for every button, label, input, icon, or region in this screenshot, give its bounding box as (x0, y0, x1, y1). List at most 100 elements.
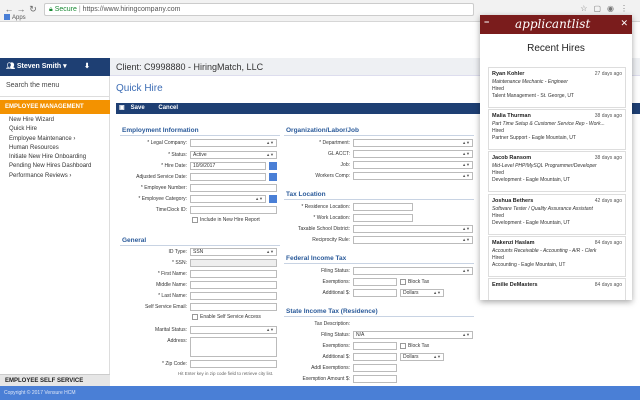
fed-dollars-select[interactable]: Dollars ▲▼ (400, 289, 444, 297)
state-additional-input[interactable] (353, 353, 397, 361)
cancel-button[interactable]: Cancel (158, 105, 178, 111)
fed-block-tax-checkbox[interactable] (400, 279, 406, 285)
id-type-row: ID Type: (120, 248, 187, 256)
enable-ss-checkbox[interactable] (192, 314, 198, 320)
fed-filing-select[interactable]: ▲▼ (353, 267, 473, 275)
back-icon[interactable]: ← (4, 4, 14, 14)
sidebar-item-performance-reviews[interactable]: Performance Reviews › (9, 172, 109, 181)
sidebar-item-onboarding[interactable]: Initiate New Hire Onboarding (9, 153, 109, 162)
middle-name-label: Middle Name: (156, 282, 187, 288)
menu-section-employee-management[interactable]: EMPLOYEE MANAGEMENT (0, 100, 110, 114)
calendar-icon[interactable] (269, 173, 277, 181)
list-item[interactable]: Malia Thurman 38 days ago Part Time Setu… (488, 109, 626, 151)
zip-input[interactable] (190, 360, 277, 368)
employee-number-row: * Employee Number: (120, 184, 187, 192)
apps-bookmark[interactable]: Apps (12, 15, 26, 21)
legal-company-select[interactable]: ▲▼ (190, 139, 277, 147)
status-select[interactable]: Active ▲▼ (190, 151, 277, 159)
ss-email-row: Self Service Email: (120, 303, 187, 311)
adjusted-service-input[interactable] (190, 173, 266, 181)
sidebar-item-new-hire-wizard[interactable]: New Hire Wizard (9, 116, 109, 125)
section-divider (120, 245, 280, 246)
work-location-input[interactable] (353, 214, 413, 222)
state-exemptions-input[interactable] (353, 342, 397, 350)
user-menu[interactable]: 👥︎ Steven Smith ▾ ⬇ (0, 58, 110, 76)
middle-name-input[interactable] (190, 281, 277, 289)
sidebar-item-human-resources[interactable]: Human Resources (9, 144, 109, 153)
list-item[interactable]: Joshua Bethers 42 days ago Software Test… (488, 193, 626, 235)
forward-icon[interactable]: → (16, 4, 26, 14)
hire-date-input[interactable]: 10/9/2017 (190, 162, 266, 170)
state-dollars-value: Dollars (403, 354, 419, 360)
extension-icons[interactable]: ☆▢◉⋮ (580, 4, 634, 13)
addl-exemptions-input[interactable] (353, 364, 397, 372)
employee-number-label: * Employee Number: (140, 185, 187, 191)
secure-label: Secure (54, 6, 77, 13)
ssn-input[interactable] (190, 259, 277, 267)
list-item[interactable]: Jacob Ransom 38 days ago Mid-Level PHP/M… (488, 151, 626, 193)
page-title: Quick Hire (116, 83, 163, 94)
timeclock-input[interactable] (190, 206, 277, 214)
fed-additional-label: Additional $: (322, 290, 350, 296)
address-textarea[interactable] (190, 337, 277, 357)
first-name-row: * First Name: (120, 270, 187, 278)
hire-status: Hired (492, 254, 504, 261)
employee-category-select[interactable]: ▲▼ (190, 195, 266, 203)
reciprocity-select[interactable]: ▲▼ (353, 236, 473, 244)
adjusted-service-label: Adjusted Service Date: (136, 174, 187, 180)
school-district-select[interactable]: ▲▼ (353, 225, 473, 233)
apps-icon[interactable] (4, 14, 10, 20)
state-block-tax-checkbox[interactable] (400, 343, 406, 349)
state-additional-label: Additional $: (322, 354, 350, 360)
department-label: * Department: (319, 140, 350, 146)
state-exemptions-row: Exemptions: (284, 342, 350, 350)
dropdown-arrow-icon: ▲▼ (462, 268, 470, 273)
state-filing-label: Filing Status: (321, 332, 350, 338)
state-tax-desc-row: Tax Description: (284, 320, 350, 328)
first-name-input[interactable] (190, 270, 277, 278)
employee-number-input[interactable] (190, 184, 277, 192)
last-name-input[interactable] (190, 292, 277, 300)
sidebar-item-pending-dashboard[interactable]: Pending New Hires Dashboard (9, 162, 109, 171)
sidebar-item-employee-maintenance[interactable]: Employee Maintenance › (9, 135, 109, 144)
calendar-icon[interactable] (269, 162, 277, 170)
search-menu-input[interactable]: Search the menu (6, 82, 59, 89)
sidebar-item-quick-hire[interactable]: Quick Hire (9, 125, 109, 134)
department-select[interactable]: ▲▼ (353, 139, 473, 147)
state-dollars-select[interactable]: Dollars ▲▼ (400, 353, 444, 361)
dropdown-arrow-icon: ▲▼ (462, 173, 470, 178)
menu-section-self-service[interactable]: EMPLOYEE SELF SERVICE (0, 374, 110, 386)
first-name-label: * First Name: (157, 271, 187, 277)
marital-status-select[interactable]: ▲▼ (190, 326, 277, 334)
school-district-label: Taxable School District: (298, 226, 350, 232)
lookup-icon[interactable] (269, 195, 277, 203)
exemption-amount-input[interactable] (353, 375, 397, 383)
include-report-checkbox[interactable] (192, 217, 198, 223)
list-item[interactable]: Makenzi Haslam 84 days ago Accounts Rece… (488, 235, 626, 277)
workers-comp-select[interactable]: ▲▼ (353, 172, 473, 180)
save-button[interactable]: ▣ Save (119, 105, 151, 111)
fed-additional-input[interactable] (353, 289, 397, 297)
fed-dollars-value: Dollars (403, 290, 419, 296)
reload-icon[interactable]: ↻ (28, 4, 38, 14)
list-item[interactable]: Emilie DeMasters 84 days ago (488, 277, 626, 300)
addl-exemptions-row: Addl Exemptions: (284, 364, 350, 372)
fed-exemptions-input[interactable] (353, 278, 397, 286)
hire-location: Accounting - Eagle Mountain, UT (492, 261, 566, 268)
job-select[interactable]: ▲▼ (353, 161, 473, 169)
state-filing-select[interactable]: N/A ▲▼ (353, 331, 473, 339)
timeclock-label: TimeClock ID: (155, 207, 187, 213)
gl-acct-select[interactable]: ▲▼ (353, 150, 473, 158)
close-icon[interactable]: ✕ (620, 18, 628, 29)
list-item[interactable]: Ryan Kohler 27 days ago Maintenance Mech… (488, 67, 626, 108)
lock-icon: 🔒︎ (49, 6, 53, 13)
addl-exemptions-label: Addl Exemptions: (311, 365, 350, 371)
ss-email-input[interactable] (190, 303, 277, 311)
section-state-tax: State Income Tax (Residence) (286, 308, 378, 315)
residence-input[interactable] (353, 203, 413, 211)
dropdown-arrow-icon: ▲▼ (266, 249, 274, 254)
pin-icon[interactable]: ⬇ (84, 58, 90, 76)
id-type-select[interactable]: SSN ▲▼ (190, 248, 277, 256)
minimize-icon[interactable]: − (484, 17, 489, 27)
section-divider (284, 263, 474, 264)
